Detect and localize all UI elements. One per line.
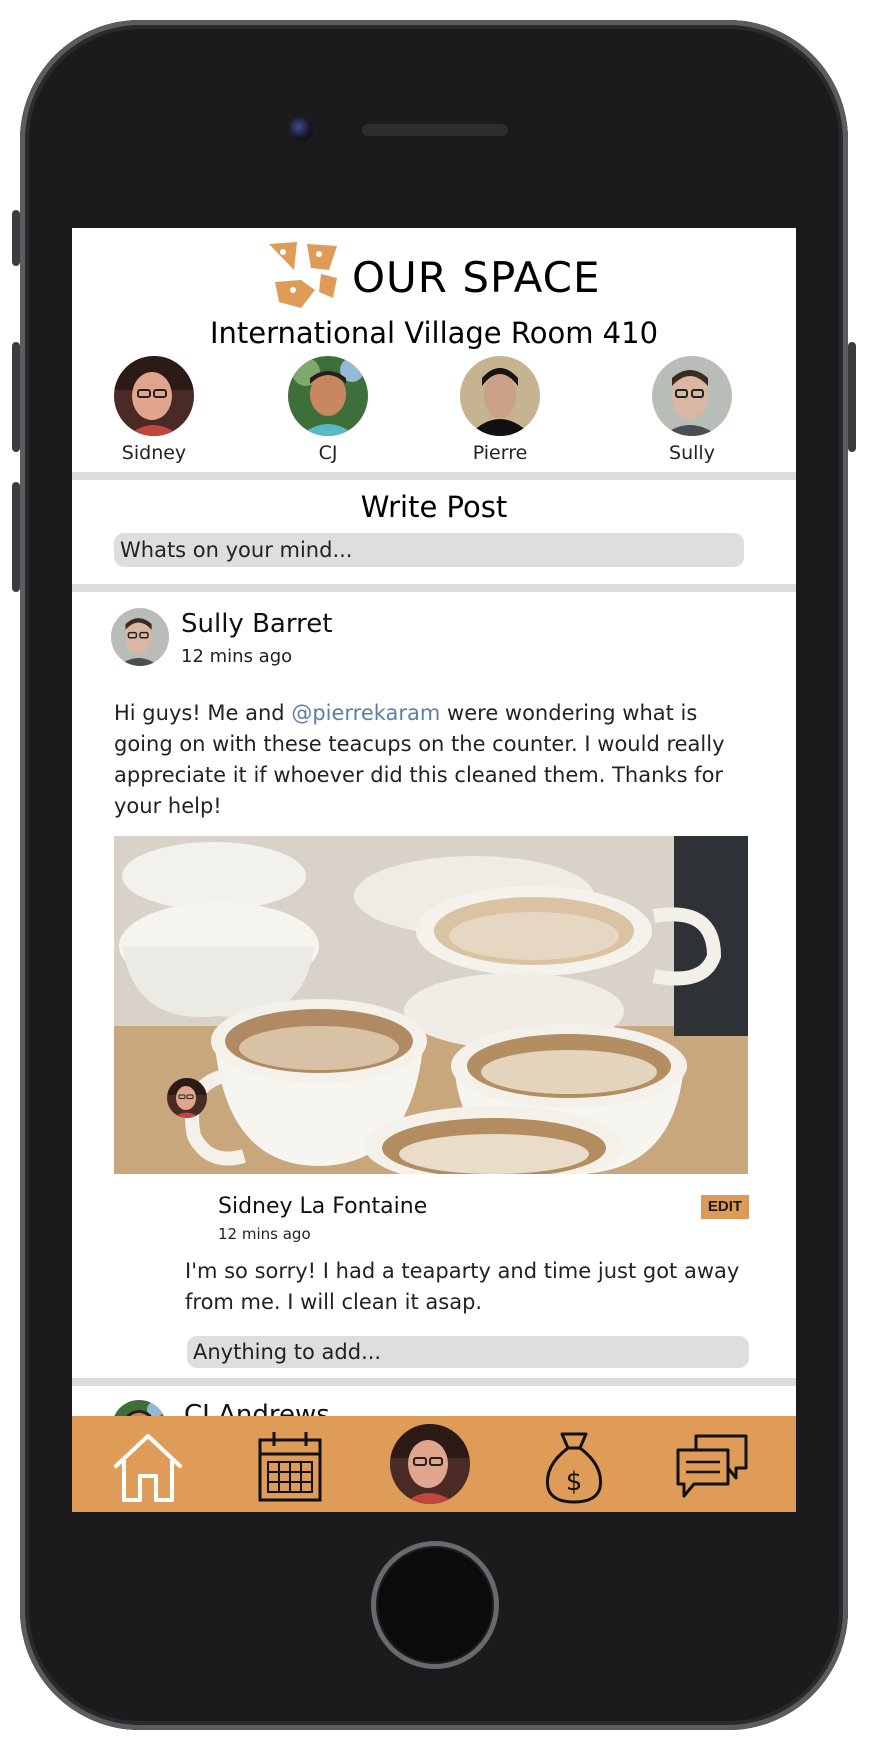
tab-messages[interactable] xyxy=(672,1426,752,1506)
avatar xyxy=(288,356,368,436)
avatar xyxy=(652,356,732,436)
divider xyxy=(72,472,796,480)
post-body-text: Hi guys! Me and xyxy=(114,701,292,725)
chat-icon xyxy=(676,1434,748,1498)
reply-input[interactable]: Anything to add... xyxy=(187,1336,749,1368)
edit-button[interactable]: EDIT xyxy=(701,1195,749,1219)
reply-input-placeholder: Anything to add... xyxy=(193,1340,382,1364)
post-image[interactable] xyxy=(114,836,748,1174)
bottom-tab-bar: $ xyxy=(72,1416,796,1512)
post-mention-link[interactable]: @pierrekaram xyxy=(291,701,440,725)
roommate-name: Pierre xyxy=(472,442,528,464)
volume-down-button xyxy=(12,482,20,592)
tab-calendar[interactable] xyxy=(250,1426,330,1506)
app-screen: OUR SPACE International Village Room 410… xyxy=(72,228,796,1512)
tab-home[interactable] xyxy=(108,1426,188,1506)
write-post-placeholder: Whats on your mind... xyxy=(120,538,353,562)
power-button xyxy=(848,342,856,452)
home-icon xyxy=(114,1434,182,1502)
roommate-name: Sully xyxy=(669,442,715,464)
earpiece-speaker xyxy=(362,124,508,136)
roommate-name: CJ xyxy=(318,442,338,464)
teacups-photo xyxy=(114,836,748,1174)
tab-profile[interactable] xyxy=(390,1424,470,1504)
write-post-input[interactable]: Whats on your mind... xyxy=(114,533,744,567)
mute-switch xyxy=(12,210,20,266)
logo-icon xyxy=(269,242,337,308)
tab-finances[interactable]: $ xyxy=(534,1426,614,1506)
home-button[interactable] xyxy=(371,1541,499,1669)
reply-author-avatar[interactable] xyxy=(167,1078,207,1118)
svg-text:$: $ xyxy=(566,1467,583,1497)
room-title: International Village Room 410 xyxy=(209,316,659,350)
reply-body: I'm so sorry! I had a teaparty and time … xyxy=(185,1259,740,1314)
header: OUR SPACE International Village Room 410… xyxy=(72,228,796,474)
roommate-cj[interactable]: CJ xyxy=(278,356,378,464)
write-post-title: Write Post xyxy=(360,490,508,524)
volume-up-button xyxy=(12,342,20,452)
profile-avatar xyxy=(390,1424,470,1504)
post-body: Hi guys! Me and @pierrekaram were wonder… xyxy=(114,698,750,822)
divider xyxy=(72,584,796,592)
roommate-sully[interactable]: Sully xyxy=(642,356,742,464)
roommate-pierre[interactable]: Pierre xyxy=(450,356,550,464)
reply-author-name[interactable]: Sidney La Fontaine xyxy=(218,1194,427,1219)
avatar xyxy=(460,356,540,436)
post-timestamp: 12 mins ago xyxy=(181,646,293,667)
post-author-name[interactable]: Sully Barret xyxy=(181,609,332,639)
app-title: OUR SPACE xyxy=(352,253,601,302)
reply-timestamp: 12 mins ago xyxy=(218,1225,311,1243)
avatar xyxy=(114,356,194,436)
calendar-icon xyxy=(258,1432,322,1502)
roommate-sidney[interactable]: Sidney xyxy=(104,356,204,464)
front-camera xyxy=(289,117,313,141)
post-author-avatar[interactable] xyxy=(111,608,169,666)
divider xyxy=(72,1378,796,1386)
roommate-name: Sidney xyxy=(121,442,187,464)
money-bag-icon: $ xyxy=(545,1432,603,1504)
